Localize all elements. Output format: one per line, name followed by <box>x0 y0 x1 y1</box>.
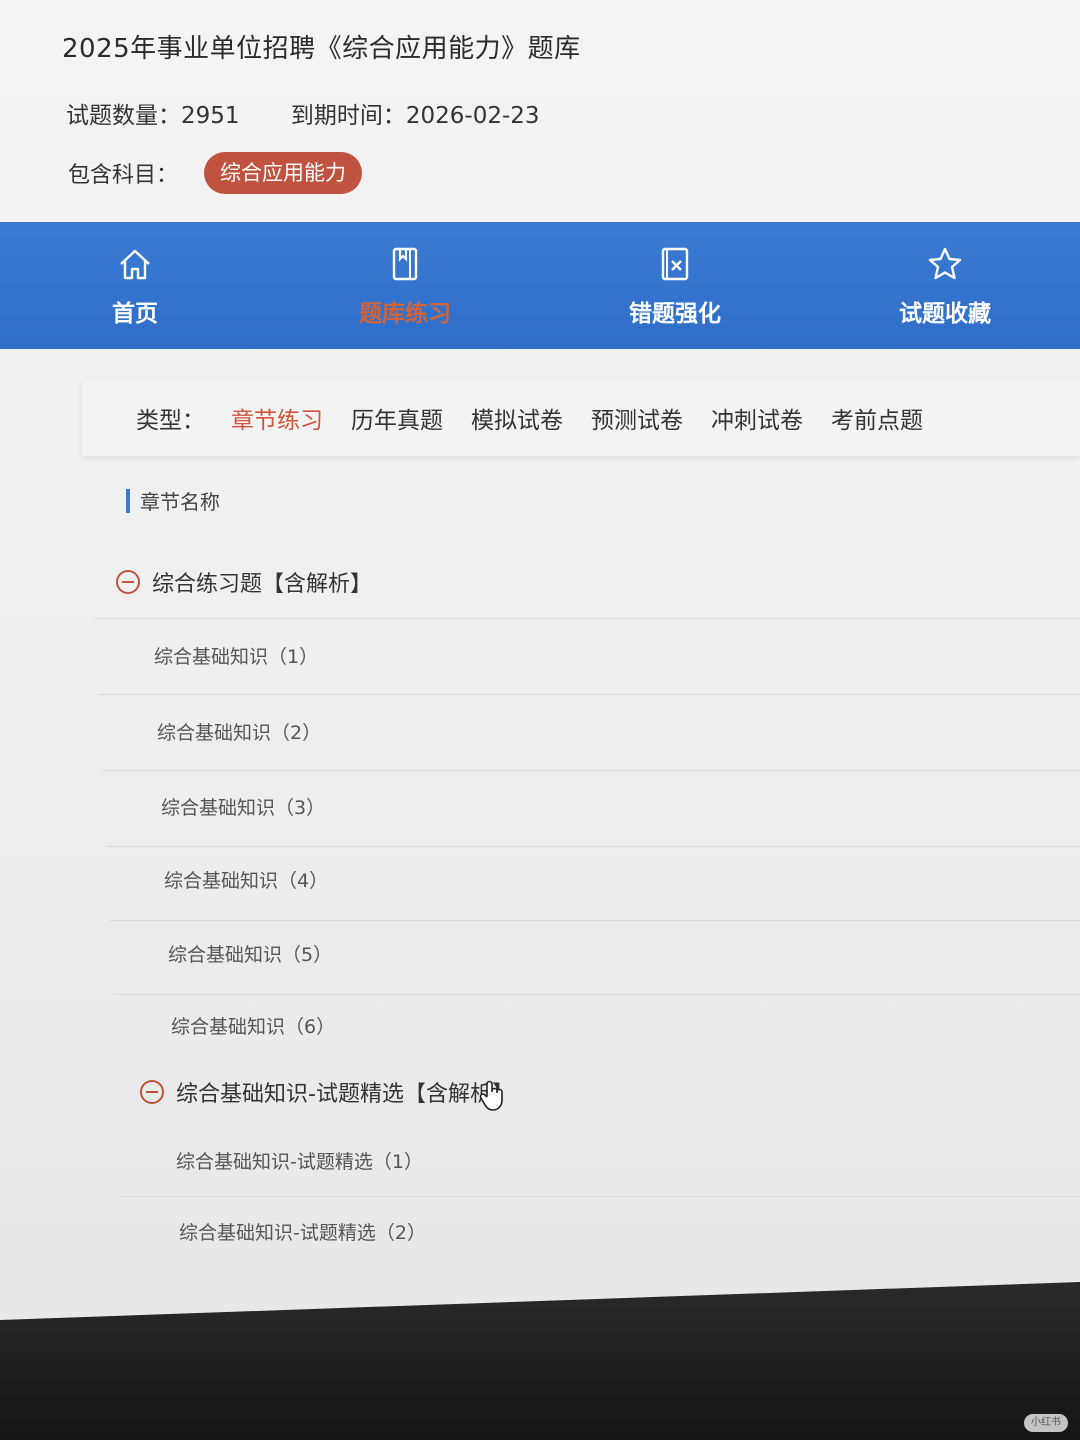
chapter-group-title: 综合练习题【含解析】 <box>152 572 373 597</box>
page-title: 2025年事业单位招聘《综合应用能力》题库 <box>62 34 581 64</box>
type-predict-papers[interactable]: 预测试卷 <box>591 401 683 435</box>
type-final-tips[interactable]: 考前点题 <box>831 401 923 435</box>
star-icon <box>925 244 965 284</box>
chapter-group[interactable]: 综合练习题【含解析】 <box>116 566 372 598</box>
nav-item-favorites[interactable]: 试题收藏 <box>810 222 1080 349</box>
divider <box>120 1196 1080 1197</box>
nav-label-wrong: 错题强化 <box>629 300 721 327</box>
nav-label-practice: 题库练习 <box>359 300 451 327</box>
question-count: 试题数量：2951 <box>66 103 240 129</box>
divider <box>102 770 1080 771</box>
monitor-bezel <box>0 1282 1080 1440</box>
chapter-header-label: 章节名称 <box>140 490 220 514</box>
subject-label: 包含科目： <box>68 163 179 188</box>
type-chapter-practice[interactable]: 章节练习 <box>231 401 323 435</box>
hand-cursor-icon <box>478 1080 508 1112</box>
chapter-item[interactable]: 综合基础知识（2） <box>157 718 321 745</box>
chapter-item[interactable]: 综合基础知识（6） <box>171 1012 335 1039</box>
nav-label-home: 首页 <box>112 300 158 327</box>
nav-item-home[interactable]: 首页 <box>0 222 270 349</box>
divider <box>98 694 1080 695</box>
book-icon <box>385 244 425 284</box>
chapter-group-title: 综合基础知识-试题精选【含解析】 <box>176 1082 514 1107</box>
chapter-column-header: 章节名称 <box>126 486 220 515</box>
main-nav: 首页 题库练习 错题强化 试题收藏 <box>0 222 1080 349</box>
wrong-question-icon <box>655 244 695 284</box>
divider <box>94 618 1080 619</box>
home-icon <box>115 244 155 284</box>
bank-info: 2025年事业单位招聘《综合应用能力》题库 试题数量：2951 到期时间：202… <box>0 0 1080 222</box>
chapter-group[interactable]: 综合基础知识-试题精选【含解析】 <box>140 1076 514 1108</box>
chapter-item[interactable]: 综合基础知识-试题精选（2） <box>179 1218 426 1245</box>
collapse-icon[interactable] <box>140 1080 164 1104</box>
chapter-item[interactable]: 综合基础知识（5） <box>168 940 332 967</box>
nav-item-wrong[interactable]: 错题强化 <box>540 222 810 349</box>
nav-label-favorites: 试题收藏 <box>899 300 991 327</box>
watermark: 小红书 <box>1024 1414 1068 1432</box>
divider <box>110 920 1080 921</box>
collapse-icon[interactable] <box>116 570 140 594</box>
expire-date: 到期时间：2026-02-23 <box>290 103 540 129</box>
chapter-item[interactable]: 综合基础知识（3） <box>161 793 325 820</box>
nav-item-practice[interactable]: 题库练习 <box>270 222 540 349</box>
chapter-item[interactable]: 综合基础知识（1） <box>154 642 318 669</box>
type-label: 类型： <box>136 408 205 434</box>
type-mock-papers[interactable]: 模拟试卷 <box>471 401 563 435</box>
accent-bar <box>126 488 130 513</box>
subject-row: 包含科目： 综合应用能力 <box>68 152 363 194</box>
type-past-exams[interactable]: 历年真题 <box>351 401 443 435</box>
type-filter: 类型： 章节练习 历年真题 模拟试卷 预测试卷 冲刺试卷 考前点题 <box>82 380 1080 456</box>
divider <box>106 846 1080 847</box>
type-sprint-papers[interactable]: 冲刺试卷 <box>711 401 803 435</box>
subject-tag[interactable]: 综合应用能力 <box>204 152 363 194</box>
chapter-item[interactable]: 综合基础知识（4） <box>164 866 328 893</box>
meta-row: 试题数量：2951 到期时间：2026-02-23 <box>66 96 584 130</box>
chapter-item[interactable]: 综合基础知识-试题精选（1） <box>176 1147 423 1174</box>
divider <box>114 994 1080 995</box>
